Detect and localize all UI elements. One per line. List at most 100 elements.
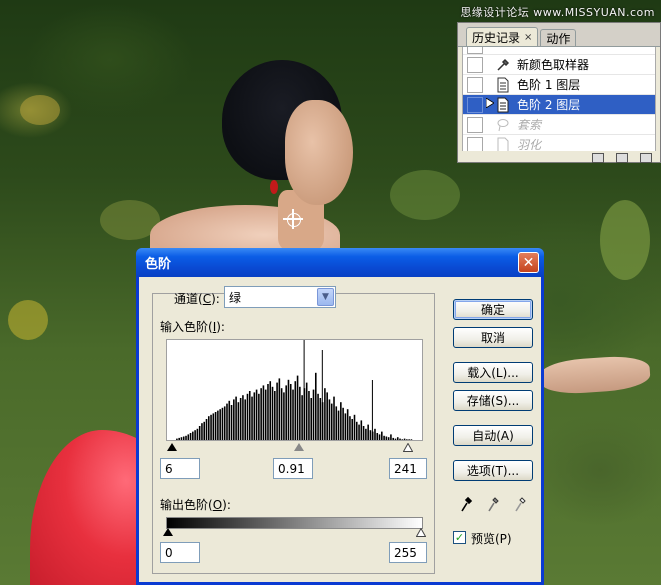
new-document-from-state-icon[interactable] (592, 153, 604, 163)
history-item[interactable]: 新颜色取样器 (463, 55, 655, 75)
levels-dialog: 色阶 ✕ 通道(C): 绿 ▼ 输入色阶(I): 6 0.91 241 输出色阶… (136, 248, 544, 585)
channel-select[interactable]: 绿 ▼ (224, 286, 336, 308)
histogram-bar (226, 403, 228, 440)
tab-actions[interactable]: 动作 (540, 29, 577, 46)
new-snapshot-icon[interactable] (616, 153, 628, 163)
history-snapshot-checkbox[interactable] (467, 96, 483, 113)
histogram-bar (258, 393, 260, 440)
input-white-field[interactable]: 241 (389, 458, 427, 479)
histogram-bar (294, 381, 297, 440)
histogram-bar (365, 428, 367, 440)
history-item-selected[interactable]: 色阶 2 图层 (463, 95, 655, 115)
input-black-point-handle[interactable] (167, 443, 177, 451)
history-snapshot-checkbox[interactable] (467, 56, 483, 73)
histogram-bar (285, 385, 287, 440)
history-item-partial[interactable] (463, 47, 655, 55)
ok-button[interactable]: 确定 (453, 299, 533, 320)
histogram-bar (367, 424, 369, 440)
histogram-bar (219, 409, 221, 440)
histogram-bar (410, 439, 413, 440)
histogram-bar (328, 399, 331, 440)
histogram-bar (330, 403, 333, 440)
input-gamma-handle[interactable] (294, 443, 304, 451)
output-white-field[interactable]: 255 (389, 542, 427, 563)
close-icon[interactable]: × (524, 32, 532, 43)
histogram-bar (381, 431, 383, 440)
histogram-bar (342, 407, 344, 440)
history-state-pointer-icon[interactable] (485, 97, 495, 111)
histogram-bar (360, 420, 363, 440)
history-item-dimmed[interactable]: 套索 (463, 115, 655, 135)
channel-select-value: 绿 (229, 290, 242, 305)
histogram-bar (324, 388, 326, 440)
histogram-bar (392, 437, 394, 440)
histogram-bar (351, 419, 354, 440)
input-levels-slider[interactable] (166, 441, 423, 453)
gray-eyedropper-icon[interactable] (486, 495, 500, 513)
histogram-bar (264, 389, 267, 440)
load-button[interactable]: 载入(L)... (453, 362, 533, 383)
lasso-icon (495, 117, 511, 133)
history-item-label: 套索 (517, 118, 542, 132)
foliage-highlight (600, 200, 650, 280)
tab-history-label: 历史记录 (472, 30, 521, 45)
histogram-bar (385, 436, 388, 440)
input-label-text: 输入色阶( (160, 320, 213, 334)
input-white-point-handle[interactable] (403, 443, 413, 452)
color-sampler-cursor-icon (283, 209, 303, 229)
histogram-bar (387, 437, 390, 440)
histogram-bar (349, 416, 351, 440)
output-levels-slider[interactable] (163, 528, 426, 540)
input-black-field[interactable]: 6 (160, 458, 200, 479)
histogram-bar (308, 391, 310, 440)
white-eyedropper-icon[interactable] (513, 495, 527, 513)
histogram-bar (333, 396, 335, 440)
histogram-bar (278, 378, 281, 440)
histogram-bar (289, 384, 292, 440)
output-black-handle[interactable] (163, 528, 173, 536)
output-black-field[interactable]: 0 (160, 542, 200, 563)
dialog-titlebar[interactable]: 色阶 ✕ (136, 248, 544, 277)
histogram-bar (196, 428, 199, 440)
tab-history[interactable]: 历史记录 × (466, 27, 539, 46)
history-item[interactable]: 色阶 1 图层 (463, 75, 655, 95)
histogram-bar (223, 406, 226, 440)
histogram-bar (269, 381, 272, 440)
preview-checkbox[interactable]: ✓ (453, 531, 466, 544)
black-eyedropper-icon[interactable] (459, 495, 473, 513)
cancel-button[interactable]: 取消 (453, 327, 533, 348)
checkmark-icon: ✓ (454, 531, 465, 544)
histogram-bar (176, 438, 178, 440)
history-panel-tabs: 历史记录 × 动作 (458, 23, 660, 47)
history-snapshot-checkbox[interactable] (467, 136, 483, 151)
history-snapshot-checkbox[interactable] (467, 47, 483, 54)
histogram-bar (187, 434, 190, 440)
options-button[interactable]: 选项(T)... (453, 460, 533, 481)
history-list[interactable]: 新颜色取样器 色阶 1 图层 色阶 2 图层 套索 羽化 (462, 47, 656, 151)
histogram-bar (406, 439, 408, 440)
histogram-bar (362, 426, 365, 440)
history-snapshot-checkbox[interactable] (467, 76, 483, 93)
histogram-bar (408, 439, 410, 440)
foliage-highlight (390, 170, 460, 220)
input-gamma-field[interactable]: 0.91 (273, 458, 313, 479)
history-snapshot-checkbox[interactable] (467, 116, 483, 133)
save-button[interactable]: 存储(S)... (453, 390, 533, 411)
trash-icon[interactable] (640, 153, 652, 163)
histogram-bar (337, 410, 340, 440)
output-white-handle[interactable] (416, 528, 426, 537)
chevron-down-icon[interactable]: ▼ (317, 288, 334, 306)
input-levels-label: 输入色阶(I): (160, 318, 225, 335)
close-button[interactable]: ✕ (518, 252, 539, 273)
history-item-dimmed[interactable]: 羽化 (463, 135, 655, 151)
histogram-bar (255, 389, 258, 440)
auto-button[interactable]: 自动(A) (453, 425, 533, 446)
document-icon (495, 97, 511, 113)
histogram-bar (182, 436, 185, 440)
histogram-bar (212, 413, 215, 440)
history-item-label: 羽化 (517, 138, 542, 151)
histogram-bar (374, 428, 376, 440)
histogram-bar (201, 423, 203, 440)
histogram-bar (355, 421, 358, 440)
histogram-bar (253, 392, 256, 440)
